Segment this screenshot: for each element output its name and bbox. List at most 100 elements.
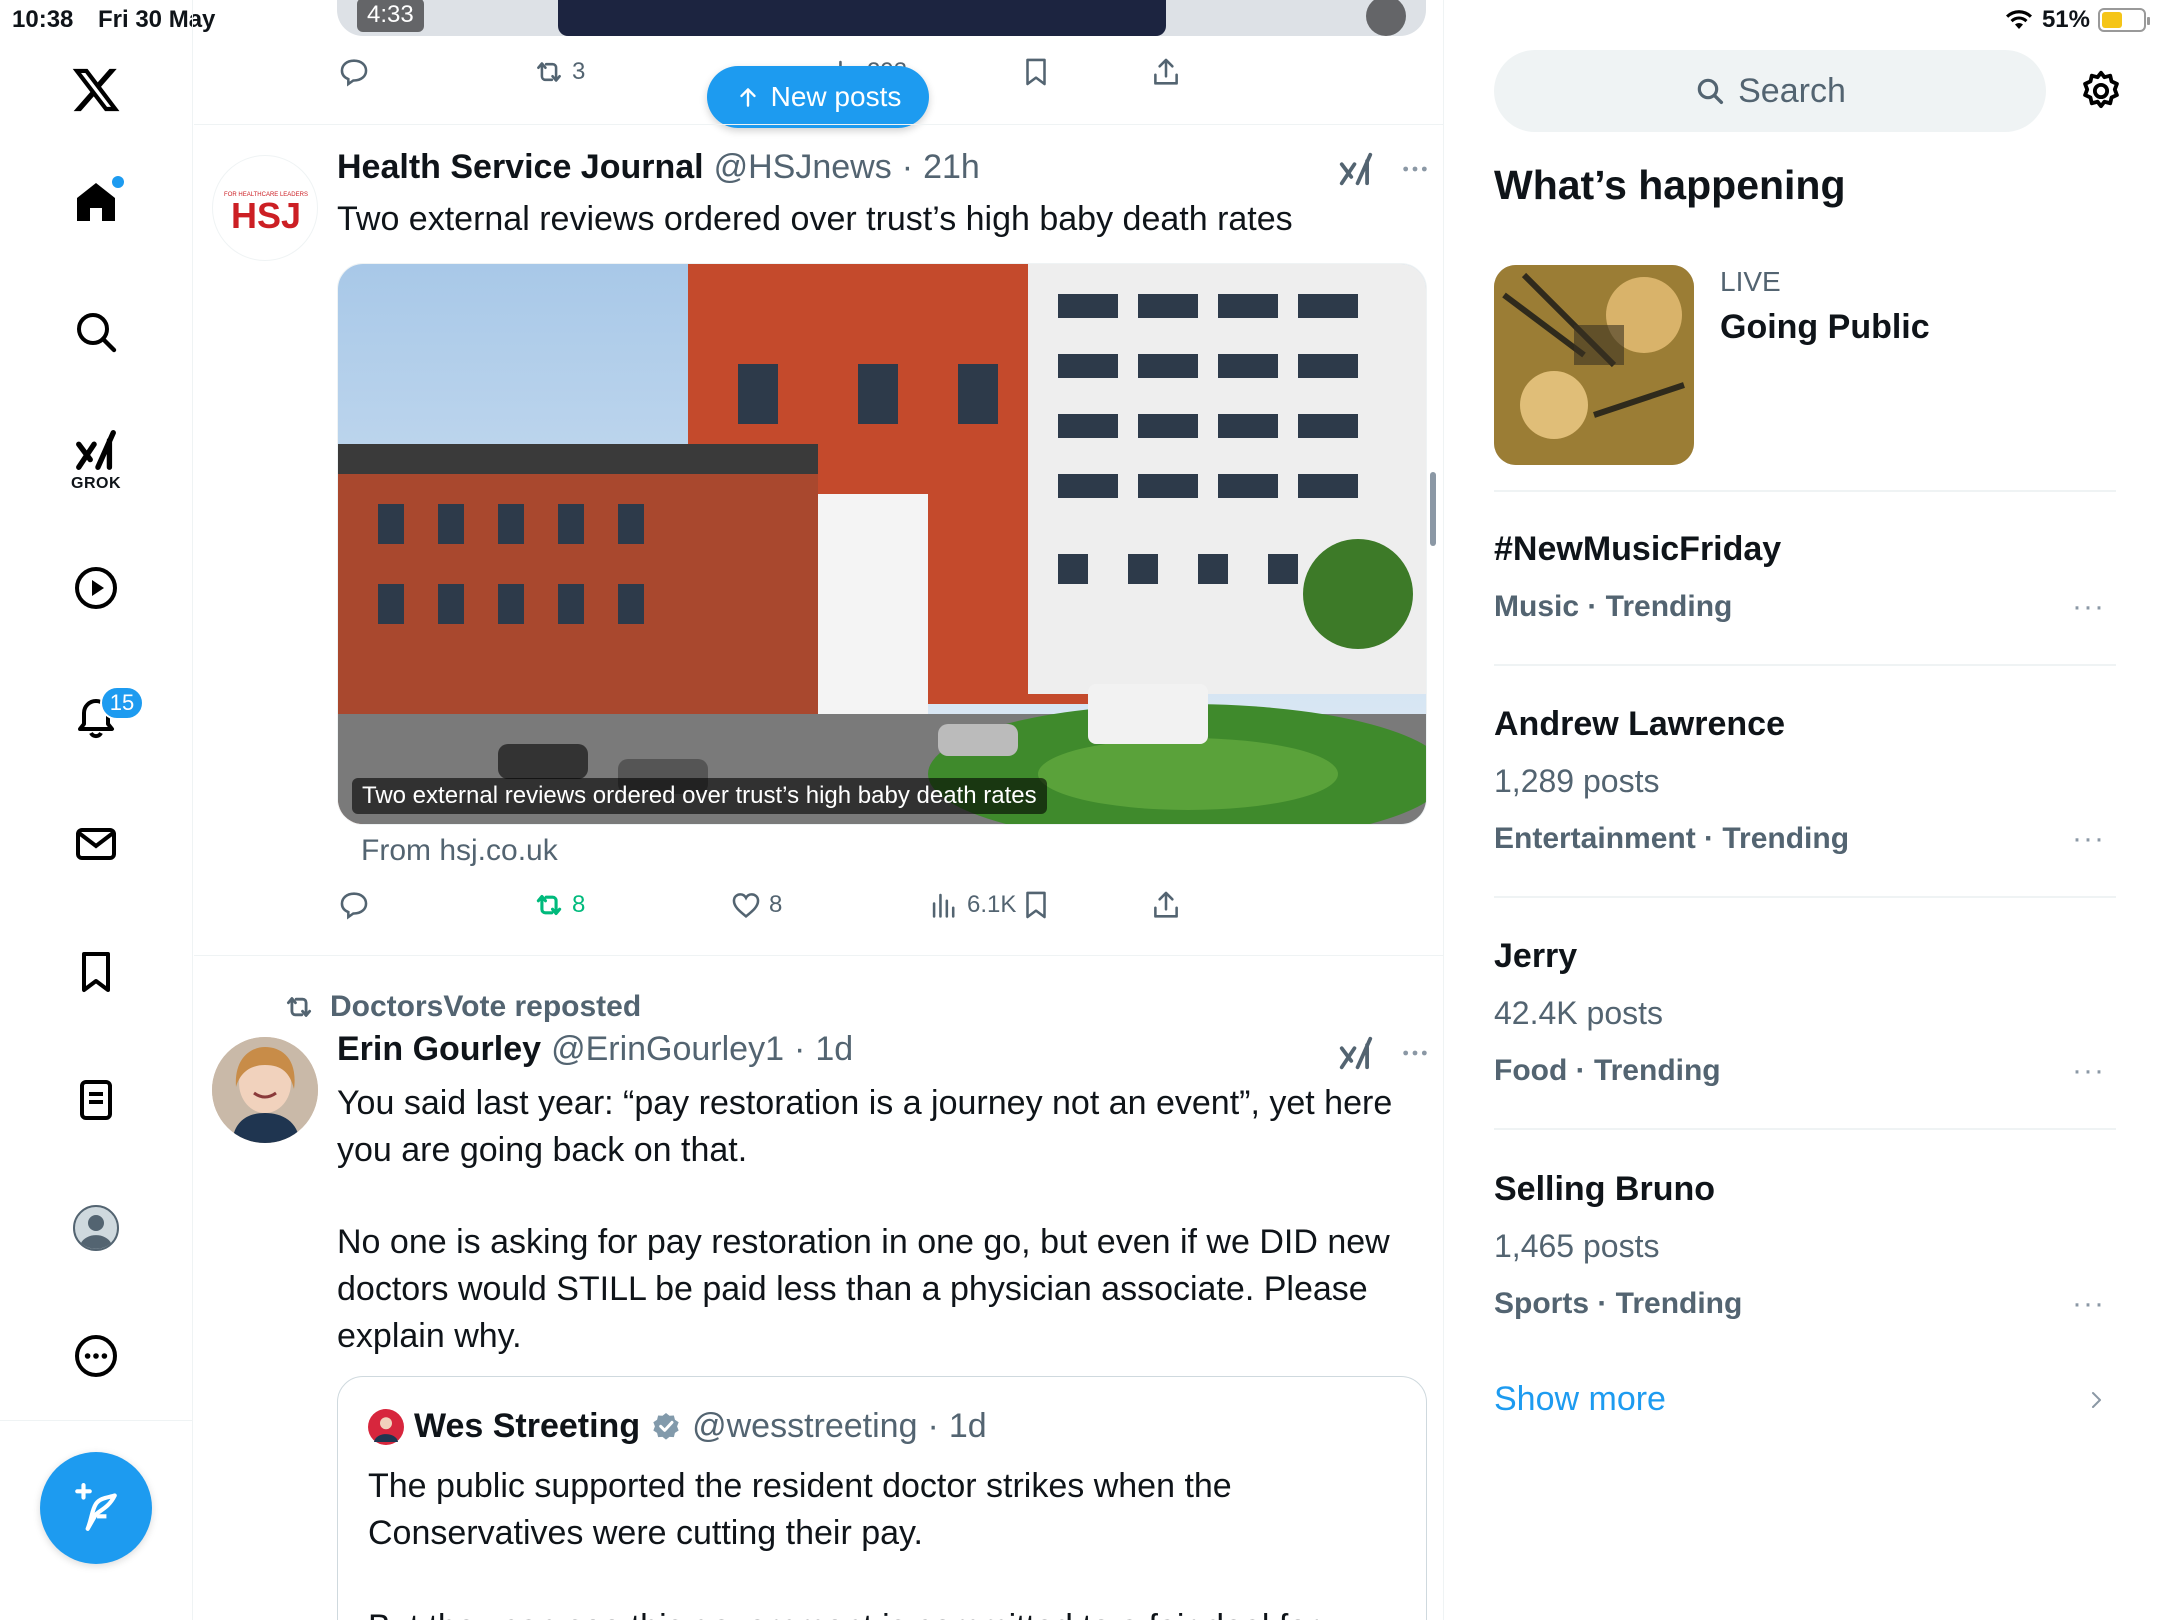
quoted-post[interactable]: Wes Streeting @wesstreeting · 1d The pub… <box>337 1376 1427 1620</box>
grok-icon[interactable] <box>1337 150 1375 188</box>
erin-avatar[interactable] <box>212 1037 318 1143</box>
post-text: Two external reviews ordered over trust’… <box>337 200 1293 238</box>
live-event-thumbnail[interactable] <box>1494 265 1694 465</box>
nav-bookmarks[interactable] <box>56 932 136 1012</box>
nav-lists[interactable] <box>56 1060 136 1140</box>
repost-count: 8 <box>572 891 586 918</box>
search-input[interactable]: Search <box>1494 50 2046 132</box>
quoted-post-header: Wes Streeting @wesstreeting · 1d <box>368 1407 987 1446</box>
nav-messages[interactable] <box>56 804 136 884</box>
show-more-link[interactable]: Show more <box>1494 1380 1666 1419</box>
reply-icon <box>340 59 368 87</box>
live-label: LIVE <box>1720 266 1781 297</box>
sidebar-divider <box>1494 896 2116 898</box>
reply-button[interactable] <box>337 55 371 89</box>
reply-icon <box>340 892 368 920</box>
grok-icon[interactable] <box>1337 1034 1375 1072</box>
grok-icon <box>76 430 116 470</box>
view-count: 6.1K <box>967 891 1017 918</box>
new-posts-pill[interactable]: New posts <box>707 66 929 128</box>
nav-profile[interactable] <box>56 1188 136 1268</box>
nav-videos[interactable] <box>56 548 136 628</box>
scroll-handle[interactable] <box>1430 472 1436 546</box>
post-divider <box>194 955 1443 956</box>
repost-icon <box>286 997 312 1017</box>
trend-name[interactable]: Jerry <box>1494 937 1577 976</box>
repost-context-label: DoctorsVote reposted <box>330 990 642 1023</box>
trend-name[interactable]: Andrew Lawrence <box>1494 705 1785 744</box>
nav-explore[interactable] <box>56 292 136 372</box>
nav-notifications[interactable]: 15 <box>56 676 144 756</box>
quoted-post-text: The public supported the resident doctor… <box>368 1463 1398 1620</box>
quoted-text-line: The public supported the resident doctor… <box>368 1467 1232 1552</box>
trend-count: 42.4K posts <box>1494 995 1663 1031</box>
bookmark-button[interactable] <box>1019 55 1053 89</box>
post-text-paragraph-2: No one is asking for pay restoration in … <box>337 1223 1390 1355</box>
more-options-icon[interactable] <box>1399 1037 1431 1069</box>
quoted-author-name[interactable]: Wes Streeting <box>414 1407 640 1446</box>
trend-count: 1,289 posts <box>1494 763 1660 799</box>
share-button[interactable] <box>1149 888 1183 922</box>
author-handle[interactable]: @ErinGourley1 <box>551 1030 784 1069</box>
video-frame <box>558 0 1166 36</box>
post-header-icons <box>1337 1034 1431 1072</box>
x-logo-icon[interactable] <box>56 50 136 130</box>
reply-button[interactable] <box>337 888 371 922</box>
video-media[interactable]: 4:33 <box>337 0 1426 36</box>
settings-gear-icon[interactable] <box>2078 68 2124 114</box>
verified-badge-icon <box>653 1412 679 1440</box>
post-time[interactable]: 1d <box>815 1030 853 1069</box>
post-header: Health Service Journal @HSJnews · 21h <box>337 148 980 187</box>
trend-name[interactable]: Selling Bruno <box>1494 1170 1715 1209</box>
share-button[interactable] <box>1149 55 1183 89</box>
hospital-photo <box>338 264 1426 824</box>
separator-dot: · <box>927 1407 939 1445</box>
repost-icon <box>537 62 561 82</box>
trend-meta: Food · Trending <box>1494 1054 1721 1087</box>
trend-more-icon[interactable]: ··· <box>2072 1287 2105 1321</box>
nav-grok[interactable]: GROK <box>56 420 136 500</box>
trend-more-icon[interactable]: ··· <box>2072 822 2105 856</box>
quoted-author-handle[interactable]: @wesstreeting <box>692 1407 917 1446</box>
trend-more-icon[interactable]: ··· <box>2072 590 2105 624</box>
bookmark-icon <box>1026 58 1046 86</box>
repost-button[interactable]: 3 <box>532 55 585 89</box>
nav-more[interactable] <box>56 1316 136 1396</box>
author-name[interactable]: Health Service Journal <box>337 148 704 187</box>
trend-more-icon[interactable]: ··· <box>2072 1054 2105 1088</box>
live-event-title[interactable]: Going Public <box>1720 308 1930 347</box>
media-caption: Two external reviews ordered over trust’… <box>352 778 1047 814</box>
search-icon <box>1697 78 1724 105</box>
post-time[interactable]: 21h <box>923 148 980 187</box>
nav-home[interactable] <box>56 162 136 242</box>
bookmark-icon <box>1026 891 1046 919</box>
quoted-post-time: 1d <box>948 1407 987 1445</box>
search-icon <box>77 313 117 353</box>
mute-icon[interactable] <box>1366 0 1406 36</box>
views-icon <box>932 893 955 918</box>
sidebar-divider <box>1494 1128 2116 1130</box>
compose-post-button[interactable] <box>40 1452 152 1564</box>
more-options-icon[interactable] <box>1399 153 1431 185</box>
views-button[interactable]: 6.1K <box>927 888 1016 922</box>
avatar-logo-text: HSJ <box>231 195 301 236</box>
post-media-image[interactable]: Two external reviews ordered over trust’… <box>337 263 1427 825</box>
trend-meta: Sports · Trending <box>1494 1287 1743 1320</box>
author-name[interactable]: Erin Gourley <box>337 1030 541 1069</box>
post-header-icons <box>1337 150 1431 188</box>
repost-context[interactable]: DoctorsVote reposted <box>282 990 641 1024</box>
bookmark-button[interactable] <box>1019 888 1053 922</box>
like-button[interactable]: 8 <box>729 888 782 922</box>
repost-button[interactable]: 8 <box>532 888 585 922</box>
quote-avatar[interactable] <box>368 1408 404 1445</box>
trend-name[interactable]: #NewMusicFriday <box>1494 530 1781 569</box>
hsj-avatar[interactable]: FOR HEALTHCARE LEADERS HSJ <box>212 155 318 261</box>
play-circle-icon <box>75 567 117 609</box>
heart-icon <box>732 893 760 918</box>
post-actions: 8 8 6.1K <box>337 888 1337 932</box>
list-icon <box>80 1080 112 1120</box>
post-divider <box>194 124 1443 125</box>
feather-plus-icon <box>75 1483 117 1531</box>
link-source[interactable]: From hsj.co.uk <box>361 834 558 868</box>
author-handle[interactable]: @HSJnews <box>714 148 892 187</box>
